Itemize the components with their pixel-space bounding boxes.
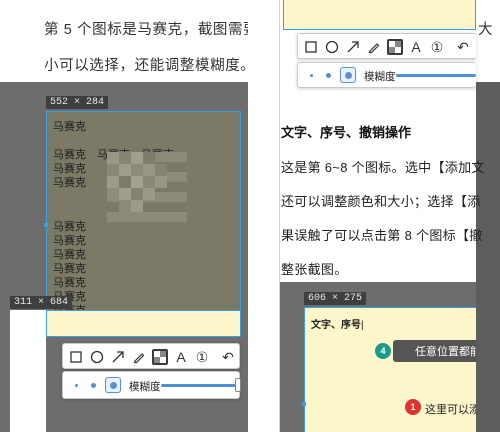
pencil-icon[interactable]: [366, 39, 382, 55]
arrow-icon[interactable]: [345, 39, 361, 55]
ellipse-icon[interactable]: [89, 349, 105, 365]
tooltip-callout: 任意位置都能添: [393, 340, 476, 362]
capture-size-label-right: 606 × 275: [304, 292, 367, 305]
capture-region-left-bottom[interactable]: [46, 311, 241, 337]
resize-handle[interactable]: [302, 402, 306, 406]
rectangle-icon[interactable]: [303, 39, 319, 55]
page-gutter: [248, 0, 280, 432]
text-icon[interactable]: A: [408, 39, 424, 55]
resize-handle[interactable]: [44, 223, 48, 227]
rectangle-icon[interactable]: [68, 349, 84, 365]
text-icon[interactable]: A: [173, 349, 189, 365]
blur-slider-track[interactable]: [161, 384, 237, 387]
mosaic-blur-area: [107, 152, 187, 222]
annotation-toolbar: A ① ↶: [62, 343, 240, 369]
mosaic-icon[interactable]: [152, 349, 168, 365]
capture-text-line: 马赛克: [53, 177, 86, 189]
section-heading: 文字、序号、撤销操作: [281, 125, 412, 140]
pencil-icon[interactable]: [131, 349, 147, 365]
article-line-2: 小可以选择，还能调整模糊度。: [44, 58, 256, 74]
brush-size-large[interactable]: [105, 377, 121, 393]
capture-region-right[interactable]: 文字、序号| 任意位置都能添 4 1 这里可以添: [304, 307, 476, 432]
ellipse-icon[interactable]: [324, 39, 340, 55]
outer-size-label: 311 × 684: [10, 296, 73, 309]
page-background: [10, 310, 46, 432]
article-paragraph-line: 这是第 6~8 个图标。选中【添加文: [281, 160, 485, 175]
capture-region-left[interactable]: 马赛克 马赛克 马赛克 马赛克 马赛克 马赛克 马赛克 马赛克 马赛克 马赛克 …: [46, 111, 241, 311]
brush-size-small[interactable]: [310, 74, 313, 77]
number-icon[interactable]: ①: [194, 349, 210, 365]
brush-size-medium[interactable]: [91, 383, 96, 388]
capture-dim-overlay-right: [476, 82, 500, 432]
number-badge-teal: 4: [375, 343, 391, 359]
number-icon[interactable]: ①: [429, 39, 445, 55]
brush-size-medium[interactable]: [326, 73, 331, 78]
article-paragraph-line: 还可以调整颜色和大小；选择【添: [281, 194, 481, 209]
marker-text: 这里可以添: [425, 404, 476, 416]
blur-slider-track[interactable]: [396, 74, 476, 77]
undo-icon[interactable]: ↶: [455, 39, 471, 55]
arrow-icon[interactable]: [110, 349, 126, 365]
undo-icon[interactable]: ↶: [220, 349, 236, 365]
capture-text-line: 马赛克: [53, 121, 86, 133]
mosaic-options-bar-top: 模糊度: [297, 62, 476, 88]
number-badge-red: 1: [405, 399, 421, 415]
brush-size-large[interactable]: [340, 67, 356, 83]
article-line-1-tail: 大: [478, 22, 494, 38]
blur-label: 模糊度: [129, 381, 161, 393]
capture-region-top[interactable]: [283, 0, 476, 30]
article-paragraph-line: 整张截图。: [281, 262, 348, 277]
blur-label: 模糊度: [364, 71, 396, 83]
brush-size-small[interactable]: [75, 384, 78, 387]
mosaic-icon[interactable]: [387, 39, 403, 55]
blur-slider-thumb[interactable]: [235, 378, 241, 392]
mosaic-options-bar: 模糊度: [62, 371, 241, 399]
typed-text-annotation[interactable]: 文字、序号|: [311, 316, 364, 331]
tooltip-text: 任意位置都能添: [415, 346, 476, 358]
capture-size-label: 552 × 284: [46, 96, 109, 109]
annotation-toolbar-top: A ① ↶: [297, 33, 476, 59]
article-paragraph-line: 果误触了可以点击第 8 个图标【撤: [281, 228, 483, 243]
